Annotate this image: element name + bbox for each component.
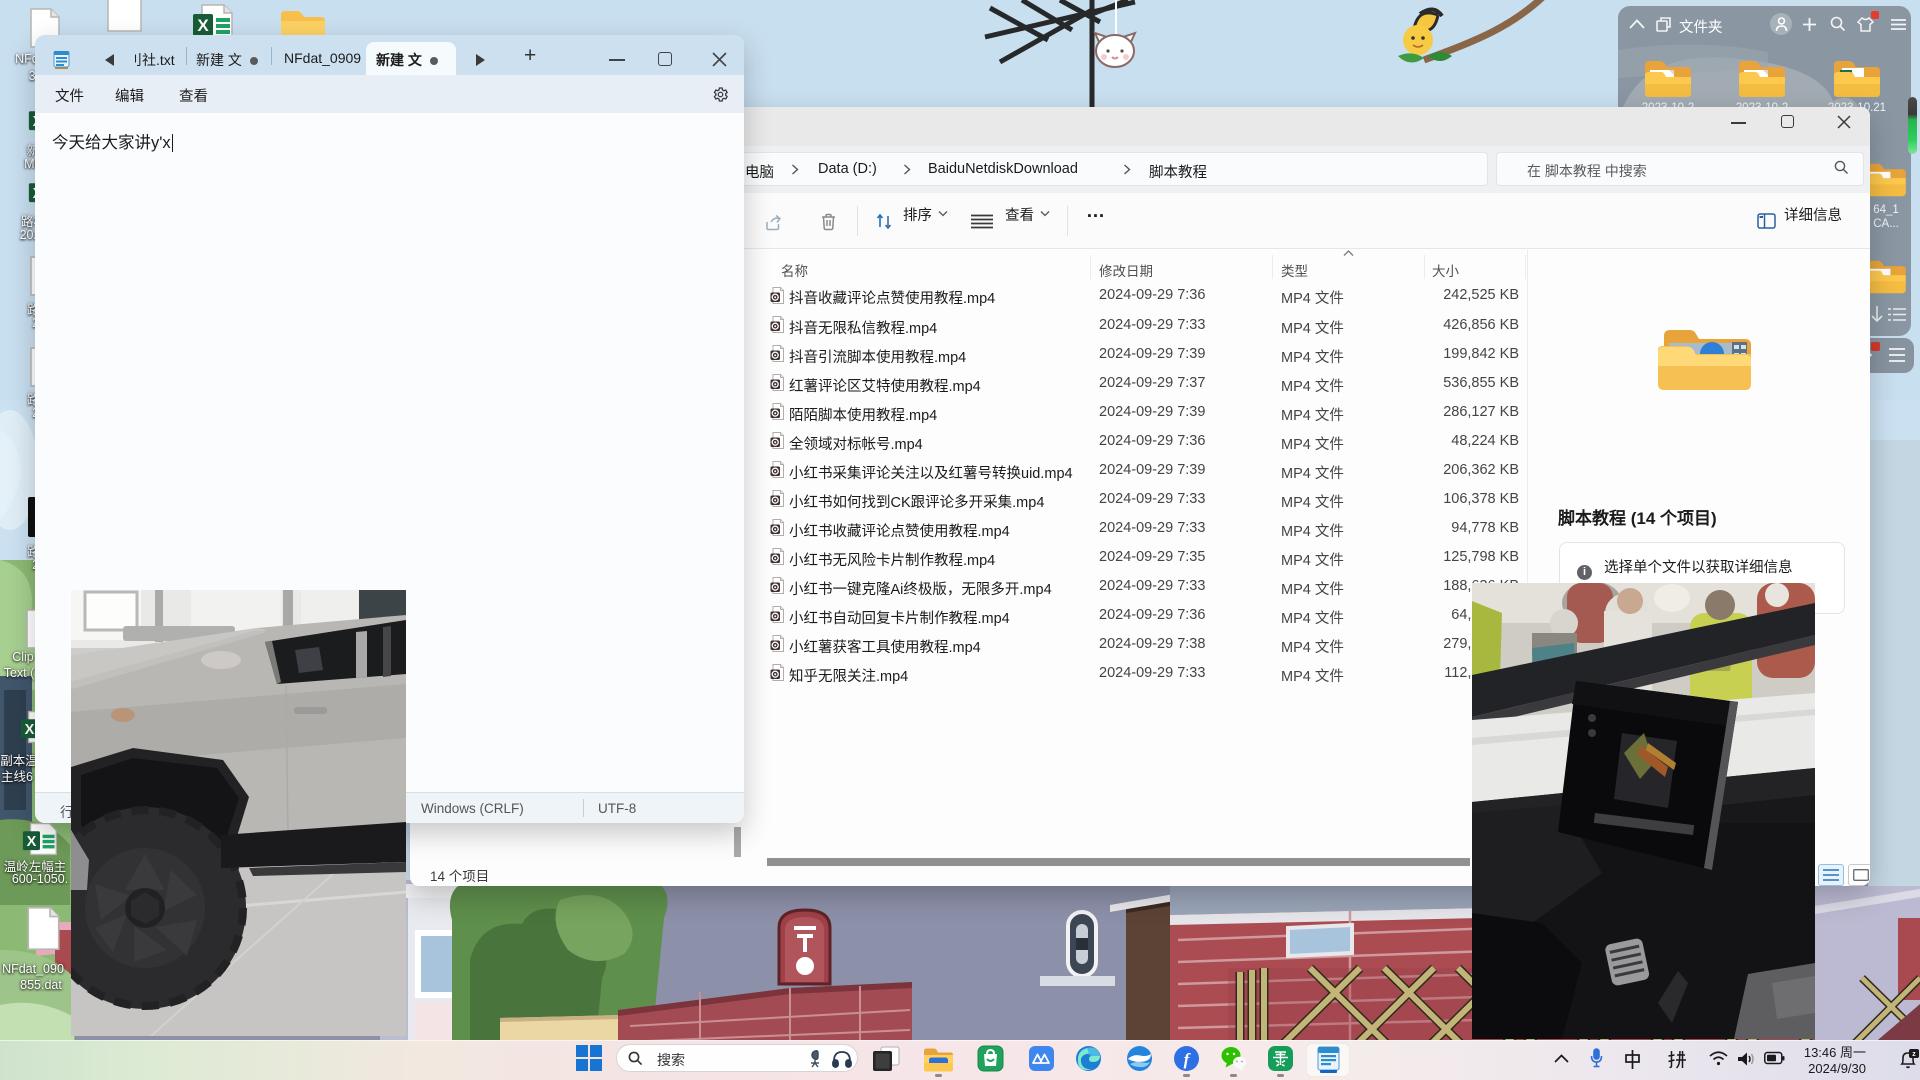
svg-text:X: X: [25, 722, 35, 738]
svg-text:X: X: [27, 834, 37, 850]
svg-text:X: X: [197, 16, 209, 35]
svg-text:z: z: [1912, 1051, 1916, 1058]
